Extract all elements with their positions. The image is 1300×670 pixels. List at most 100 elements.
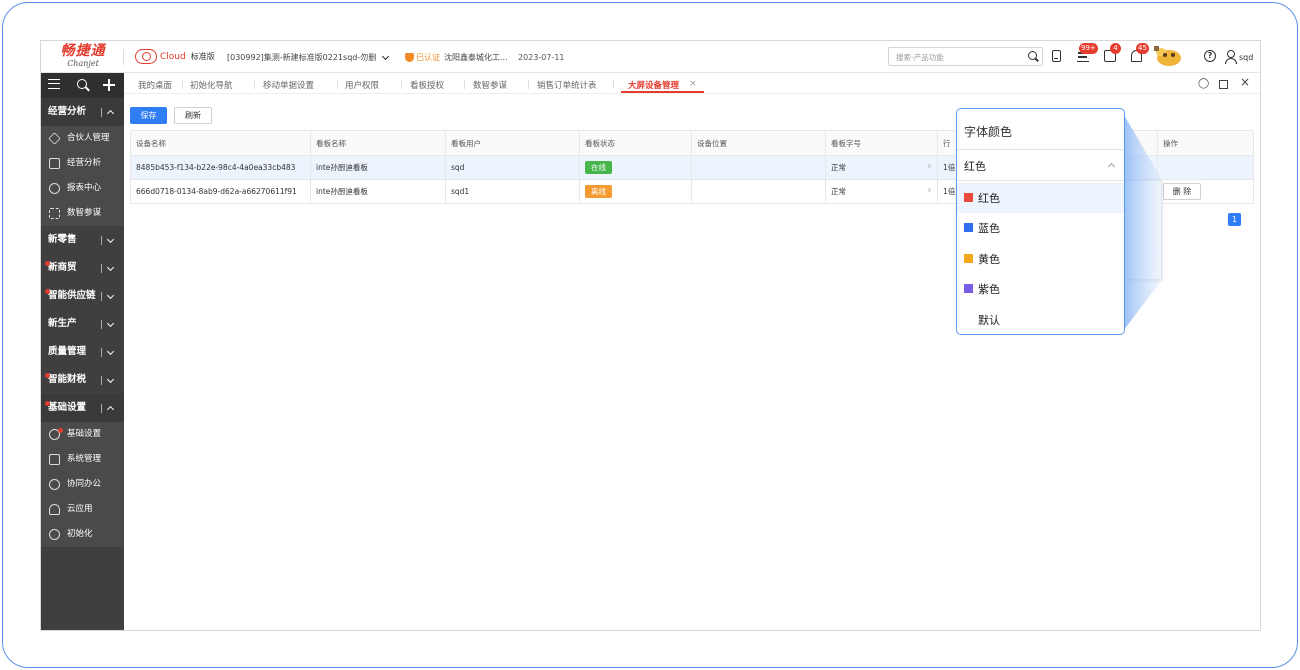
- sidebar-group-label: 智能供应链: [48, 290, 96, 301]
- board-user-cell[interactable]: sqd1: [445, 179, 580, 204]
- sidebar-item-init[interactable]: 初始化: [41, 522, 124, 547]
- tab-mobile-docs[interactable]: 移动单据设置: [263, 79, 314, 91]
- divider: [101, 264, 102, 273]
- tab-advisor[interactable]: 数智参谋: [473, 79, 507, 91]
- sidebar-item-reports[interactable]: 报表中心: [41, 176, 124, 201]
- sidebar-group-quality[interactable]: 质量管理: [41, 338, 124, 366]
- mascot-icon[interactable]: [1152, 44, 1184, 68]
- logo[interactable]: 畅捷通 Chanjet: [55, 43, 111, 69]
- option-label: 默认: [978, 314, 1000, 327]
- close-icon[interactable]: ×: [1240, 75, 1250, 89]
- sidebar-group-basic-settings[interactable]: 基础设置: [41, 394, 124, 422]
- font-color-select[interactable]: 红色: [957, 149, 1124, 181]
- chevron-up-icon: [1107, 162, 1116, 171]
- sidebar-item-analysis[interactable]: 经营分析: [41, 151, 124, 176]
- font-size-cell[interactable]: 正常 ∨: [825, 155, 938, 180]
- sidebar-item-partner[interactable]: 合伙人管理: [41, 126, 124, 151]
- active-tab-indicator: [621, 91, 704, 93]
- chevron-down-icon: [106, 291, 115, 300]
- sidebar-group-label: 新商贸: [48, 262, 77, 273]
- search-icon[interactable]: ◯: [1198, 78, 1209, 89]
- divider: [337, 80, 338, 89]
- account-name: [030992]集测-新建标准版0221sqd-勿删: [227, 53, 377, 62]
- office-icon: [49, 479, 60, 490]
- device-name-cell[interactable]: 8485b453-f134-b22e-98c4-4a0ea33cb483: [130, 155, 311, 180]
- search-input[interactable]: 搜索-产品功能: [888, 47, 1043, 66]
- refresh-button[interactable]: 刷新: [174, 107, 212, 124]
- sidebar-item-cloud-apps[interactable]: 云应用: [41, 497, 124, 522]
- tab-init-nav[interactable]: 初始化导航: [190, 79, 233, 91]
- board-user-cell[interactable]: sqd: [445, 155, 580, 180]
- logo-text: 畅捷通: [60, 43, 106, 59]
- option-label: 红色: [978, 192, 1000, 205]
- location-cell[interactable]: [691, 179, 826, 204]
- sidebar-group-supply-chain[interactable]: 智能供应链: [41, 282, 124, 310]
- message-badge: 4: [1110, 43, 1121, 54]
- location-cell[interactable]: [691, 155, 826, 180]
- sidebar-item-office[interactable]: 协同办公: [41, 472, 124, 497]
- mobile-icon[interactable]: [1052, 50, 1061, 62]
- column-header[interactable]: 设备名称: [130, 130, 311, 156]
- board-name-cell[interactable]: inte孙厨迪看板: [310, 179, 446, 204]
- tab-sales-stats[interactable]: 销售订单统计表: [537, 79, 597, 91]
- certified-label: 已认证: [416, 53, 440, 62]
- menu-icon[interactable]: [48, 79, 60, 89]
- page-number-current[interactable]: 1: [1228, 213, 1241, 226]
- username[interactable]: sqd: [1239, 53, 1253, 62]
- device-name-cell[interactable]: 666d0718-0134-8ab9-d62a-a66270611f91: [130, 179, 311, 204]
- selected-value: 红色: [964, 160, 986, 173]
- divider: [254, 80, 255, 89]
- column-header[interactable]: 设备位置: [691, 130, 826, 156]
- sidebar-group-production[interactable]: 新生产: [41, 310, 124, 338]
- divider: [101, 292, 102, 301]
- chart-icon: [49, 158, 60, 169]
- sidebar-item-basic-settings[interactable]: 基础设置: [41, 422, 124, 447]
- column-header[interactable]: 看板名称: [310, 130, 446, 156]
- search-icon[interactable]: [77, 79, 87, 89]
- fullscreen-icon[interactable]: [1219, 80, 1228, 89]
- tab-board-auth[interactable]: 看板授权: [410, 79, 444, 91]
- cloud-logo-icon: [135, 49, 157, 64]
- chevron-down-icon: ∨: [926, 162, 932, 170]
- sidebar-item-advisor[interactable]: 数智参谋: [41, 201, 124, 226]
- column-header[interactable]: 看板字号: [825, 130, 938, 156]
- tab-screen-devices[interactable]: 大屏设备管理: [628, 79, 679, 91]
- tab-permissions[interactable]: 用户权限: [345, 79, 379, 91]
- top-bar: 畅捷通 Chanjet Cloud 标准版 [030992]集测-新建标准版02…: [41, 41, 1260, 73]
- chevron-down-icon: [106, 263, 115, 272]
- sidebar-item-system[interactable]: 系统管理: [41, 447, 124, 472]
- option-blue[interactable]: 蓝色: [957, 213, 1124, 243]
- red-dot-badge: [45, 373, 50, 378]
- option-red[interactable]: 红色: [957, 183, 1124, 213]
- option-label: 黄色: [978, 253, 1000, 266]
- sidebar-group-business-analysis[interactable]: 经营分析: [41, 98, 124, 126]
- column-header[interactable]: 看板用户: [445, 130, 580, 156]
- tab-desktop[interactable]: 我的桌面: [138, 79, 172, 91]
- font-size-cell[interactable]: 正常 ∨: [825, 179, 938, 204]
- divider: [464, 80, 465, 89]
- user-icon[interactable]: [1225, 50, 1237, 64]
- account-switcher[interactable]: [030992]集测-新建标准版0221sqd-勿删: [227, 52, 390, 63]
- column-header[interactable]: 看板状态: [579, 130, 692, 156]
- zoom-beam: [1120, 108, 1162, 335]
- close-icon[interactable]: ×: [689, 79, 697, 89]
- help-icon[interactable]: ?: [1204, 50, 1216, 62]
- plus-icon[interactable]: [103, 79, 115, 91]
- search-icon[interactable]: [1028, 51, 1037, 60]
- option-default[interactable]: 默认: [957, 305, 1124, 334]
- divider: [101, 236, 102, 245]
- status-badge: 在线: [585, 161, 612, 174]
- chevron-down-icon: [382, 52, 390, 60]
- board-name-cell[interactable]: inte孙厨迪看板: [310, 155, 446, 180]
- option-yellow[interactable]: 黄色: [957, 244, 1124, 274]
- option-purple[interactable]: 紫色: [957, 274, 1124, 304]
- save-button[interactable]: 保存: [130, 107, 167, 124]
- sidebar-group-finance[interactable]: 智能财税: [41, 366, 124, 394]
- font-color-callout: 字体颜色 红色 红色 蓝色 黄色 紫色 默认: [956, 108, 1125, 335]
- sidebar-group-trade[interactable]: 新商贸: [41, 254, 124, 282]
- sidebar-group-retail[interactable]: 新零售: [41, 226, 124, 254]
- divider: [101, 320, 102, 329]
- yellow-swatch-icon: [964, 254, 973, 263]
- login-date: 2023-07-11: [518, 53, 565, 62]
- sidebar-group-label: 质量管理: [48, 346, 87, 357]
